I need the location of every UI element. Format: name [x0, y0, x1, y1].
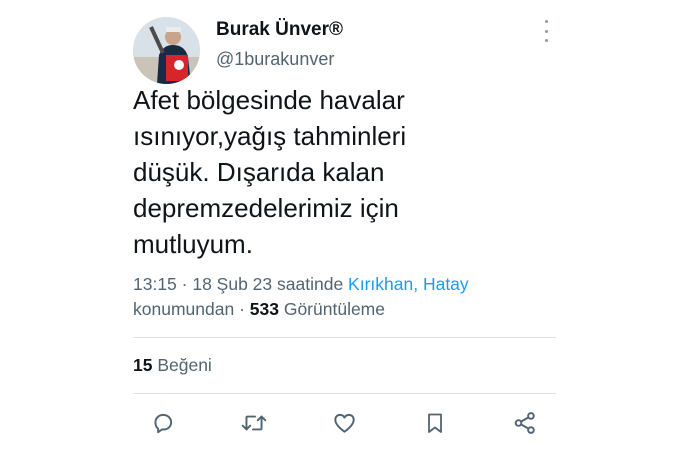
tweet-text-line: mutluyum. [133, 229, 253, 259]
tweet-text-line: depremzedelerimiz için [133, 193, 399, 223]
avatar[interactable] [133, 17, 200, 84]
tweet-text-line: Afet bölgesinde havalar [133, 85, 405, 115]
tweet-text-line: düşük. Dışarıda kalan [133, 157, 385, 187]
author-handle[interactable]: @1burakunver [216, 49, 334, 70]
bookmark-icon [428, 413, 442, 433]
likes-count: 15 [133, 355, 153, 375]
reply-button[interactable] [148, 408, 178, 438]
views-label: Görüntüleme [278, 299, 385, 319]
bookmark-button[interactable] [420, 408, 450, 438]
tweet-text-line: ısınıyor,yağış tahminleri [133, 121, 407, 151]
share-button[interactable] [510, 408, 540, 438]
likes-label: Beğeni [152, 355, 212, 375]
meta-separator: · [234, 299, 250, 319]
retweet-button[interactable] [239, 408, 269, 438]
likes-stat[interactable]: 15 Beğeni [133, 355, 212, 376]
tweet-text: Afet bölgesinde havalar ısınıyor,yağış t… [133, 82, 553, 262]
place-prefix: saatinde [272, 274, 349, 294]
heart-icon [333, 413, 355, 433]
meta-separator: · [176, 274, 193, 294]
reply-icon [154, 413, 173, 434]
tweet-card: Burak Ünver® @1burakunver Afet bölgesind… [0, 0, 690, 450]
divider [133, 393, 556, 394]
divider [133, 337, 556, 338]
share-icon [514, 412, 535, 434]
tweet-time[interactable]: 13:15 [133, 274, 177, 294]
like-button[interactable] [329, 408, 359, 438]
retweet-icon [241, 415, 267, 431]
author-name[interactable]: Burak Ünver® [216, 19, 343, 41]
location-link[interactable]: Kırıkhan, Hatay [348, 274, 469, 294]
more-vertical-icon[interactable] [536, 20, 556, 42]
tweet-date[interactable]: 18 Şub 23 [192, 274, 272, 294]
tweet-meta: 13:15 · 18 Şub 23 saatinde Kırıkhan, Hat… [133, 272, 553, 322]
place-suffix: konumundan [133, 299, 235, 319]
views-count: 533 [249, 299, 279, 319]
